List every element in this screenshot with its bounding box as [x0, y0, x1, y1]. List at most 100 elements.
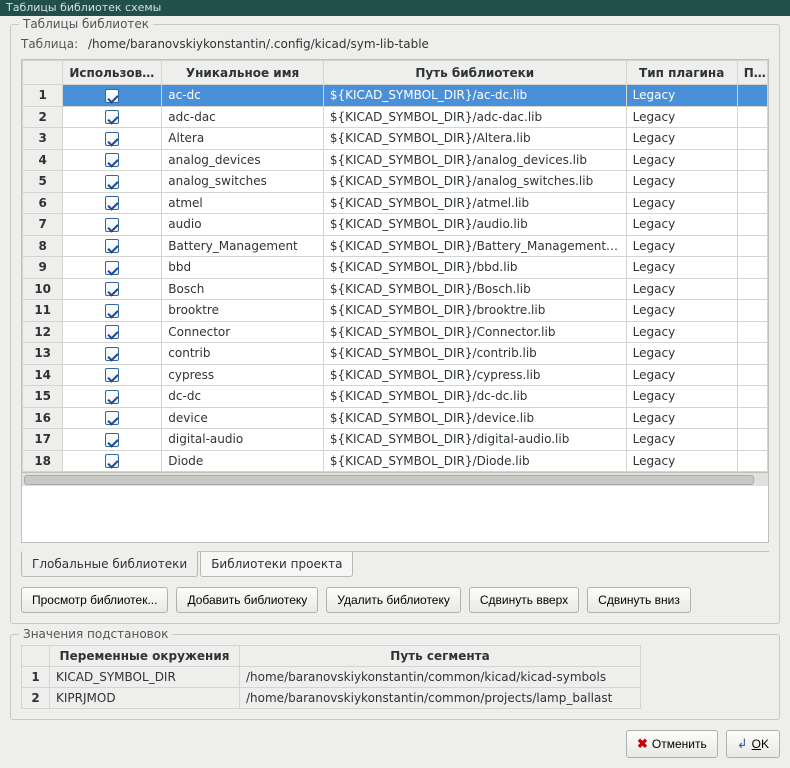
table-row[interactable]: 1KICAD_SYMBOL_DIR/home/baranovskiykonsta… [22, 667, 641, 688]
cell-name[interactable]: contrib [162, 343, 324, 365]
row-header[interactable]: 16 [23, 407, 63, 429]
tab-global[interactable]: Глобальные библиотеки [21, 551, 198, 577]
table-row[interactable]: 6atmel${KICAD_SYMBOL_DIR}/atmel.libLegac… [23, 192, 768, 214]
table-row[interactable]: 10Bosch${KICAD_SYMBOL_DIR}/Bosch.libLega… [23, 278, 768, 300]
checkbox-icon[interactable] [105, 89, 119, 103]
checkbox-icon[interactable] [105, 347, 119, 361]
cell-type[interactable]: Legacy [626, 149, 737, 171]
table-row[interactable]: 2KIPRJMOD/home/baranovskiykonstantin/com… [22, 688, 641, 709]
row-header[interactable]: 13 [23, 343, 63, 365]
row-header[interactable]: 1 [22, 667, 50, 688]
cell-use[interactable] [63, 364, 162, 386]
cell-pa[interactable] [737, 429, 767, 451]
cell-type[interactable]: Legacy [626, 171, 737, 193]
cell-seg-path[interactable]: /home/baranovskiykonstantin/common/kicad… [240, 667, 641, 688]
tab-project[interactable]: Библиотеки проекта [200, 552, 353, 577]
cell-type[interactable]: Legacy [626, 235, 737, 257]
cell-name[interactable]: Bosch [162, 278, 324, 300]
cell-path[interactable]: ${KICAD_SYMBOL_DIR}/adc-dac.lib [323, 106, 626, 128]
cell-type[interactable]: Legacy [626, 364, 737, 386]
cell-name[interactable]: Diode [162, 450, 324, 472]
table-row[interactable]: 14cypress${KICAD_SYMBOL_DIR}/cypress.lib… [23, 364, 768, 386]
cell-pa[interactable] [737, 300, 767, 322]
row-header[interactable]: 14 [23, 364, 63, 386]
cell-type[interactable]: Legacy [626, 300, 737, 322]
cell-use[interactable] [63, 171, 162, 193]
table-row[interactable]: 18 Diode${KICAD_SYMBOL_DIR}/Diode.libLega… [23, 450, 768, 472]
cell-use[interactable] [63, 321, 162, 343]
cell-pa[interactable] [737, 106, 767, 128]
cell-path[interactable]: ${KICAD_SYMBOL_DIR}/Connector.lib [323, 321, 626, 343]
cell-path[interactable]: ${KICAD_SYMBOL_DIR}/analog_switches.lib [323, 171, 626, 193]
subst-col-var-header[interactable]: Переменные окружения [50, 646, 240, 667]
table-row[interactable]: 12Connector${KICAD_SYMBOL_DIR}/Connector… [23, 321, 768, 343]
row-header[interactable]: 5 [23, 171, 63, 193]
checkbox-icon[interactable] [105, 110, 119, 124]
cell-use[interactable] [63, 257, 162, 279]
cell-seg-path[interactable]: /home/baranovskiykonstantin/common/proje… [240, 688, 641, 709]
table-row[interactable]: 2adc-dac${KICAD_SYMBOL_DIR}/adc-dac.libL… [23, 106, 768, 128]
cell-use[interactable] [63, 407, 162, 429]
col-path-header[interactable]: Путь библиотеки [323, 61, 626, 85]
row-header[interactable]: 2 [22, 688, 50, 709]
cell-use[interactable] [63, 128, 162, 150]
cell-path[interactable]: ${KICAD_SYMBOL_DIR}/analog_devices.lib [323, 149, 626, 171]
move-up-button[interactable]: Сдвинуть вверх [469, 587, 579, 613]
cell-pa[interactable] [737, 214, 767, 236]
table-row[interactable]: 11brooktre${KICAD_SYMBOL_DIR}/brooktre.l… [23, 300, 768, 322]
cell-pa[interactable] [737, 149, 767, 171]
col-name-header[interactable]: Уникальное имя [162, 61, 324, 85]
row-header[interactable]: 12 [23, 321, 63, 343]
cell-name[interactable]: dc-dc [162, 386, 324, 408]
checkbox-icon[interactable] [105, 390, 119, 404]
cell-pa[interactable] [737, 171, 767, 193]
table-row[interactable]: 8Battery_Management${KICAD_SYMBOL_DIR}/B… [23, 235, 768, 257]
subst-col-path-header[interactable]: Путь сегмента [240, 646, 641, 667]
cell-name[interactable]: Altera [162, 128, 324, 150]
checkbox-icon[interactable] [105, 411, 119, 425]
cell-use[interactable] [63, 278, 162, 300]
cell-name[interactable]: cypress [162, 364, 324, 386]
cell-use[interactable] [63, 214, 162, 236]
cell-name[interactable]: device [162, 407, 324, 429]
cell-name[interactable]: analog_switches [162, 171, 324, 193]
checkbox-icon[interactable] [105, 433, 119, 447]
cell-use[interactable] [63, 386, 162, 408]
cell-use[interactable] [63, 429, 162, 451]
cell-pa[interactable] [737, 278, 767, 300]
ok-button[interactable]: ↲ OK [726, 730, 780, 758]
cell-use[interactable] [63, 85, 162, 107]
checkbox-icon[interactable] [105, 239, 119, 253]
cell-path[interactable]: ${KICAD_SYMBOL_DIR}/Altera.lib [323, 128, 626, 150]
cell-type[interactable]: Legacy [626, 257, 737, 279]
cell-type[interactable]: Legacy [626, 85, 737, 107]
cell-pa[interactable] [737, 450, 767, 472]
cell-type[interactable]: Legacy [626, 106, 737, 128]
cell-path[interactable]: ${KICAD_SYMBOL_DIR}/Diode.lib [323, 450, 626, 472]
cell-path[interactable]: ${KICAD_SYMBOL_DIR}/digital-audio.lib [323, 429, 626, 451]
add-button[interactable]: Добавить библиотеку [176, 587, 318, 613]
substitution-grid[interactable]: Переменные окружения Путь сегмента 1KICA… [21, 645, 641, 709]
cell-name[interactable]: atmel [162, 192, 324, 214]
cell-pa[interactable] [737, 343, 767, 365]
checkbox-icon[interactable] [105, 304, 119, 318]
cell-var[interactable]: KICAD_SYMBOL_DIR [50, 667, 240, 688]
table-row[interactable]: 1ac-dc${KICAD_SYMBOL_DIR}/ac-dc.libLegac… [23, 85, 768, 107]
library-grid[interactable]: Использовать Уникальное имя Путь библиот… [21, 59, 769, 543]
table-row[interactable]: 15dc-dc${KICAD_SYMBOL_DIR}/dc-dc.libLega… [23, 386, 768, 408]
table-row[interactable]: 17digital-audio${KICAD_SYMBOL_DIR}/digit… [23, 429, 768, 451]
move-down-button[interactable]: Сдвинуть вниз [587, 587, 691, 613]
row-header[interactable]: 18 [23, 450, 63, 472]
cell-name[interactable]: analog_devices [162, 149, 324, 171]
cell-use[interactable] [63, 192, 162, 214]
horizontal-scrollbar[interactable] [22, 472, 768, 486]
cell-type[interactable]: Legacy [626, 450, 737, 472]
row-header[interactable]: 7 [23, 214, 63, 236]
cell-pa[interactable] [737, 321, 767, 343]
cancel-button[interactable]: ✖ Отменить [626, 730, 718, 758]
cell-use[interactable] [63, 149, 162, 171]
row-header[interactable]: 6 [23, 192, 63, 214]
cell-type[interactable]: Legacy [626, 429, 737, 451]
cell-use[interactable] [63, 343, 162, 365]
checkbox-icon[interactable] [105, 218, 119, 232]
